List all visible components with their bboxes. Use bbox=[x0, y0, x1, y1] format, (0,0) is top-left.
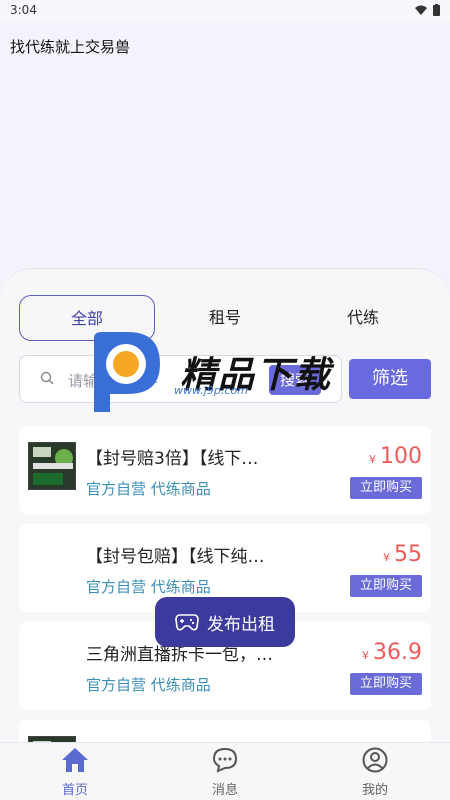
app-title: 找代练就上交易兽 bbox=[10, 38, 131, 56]
listing-tags: 官方自营 代练商品 bbox=[86, 676, 211, 694]
logo-p-icon bbox=[94, 332, 160, 412]
buy-now-button[interactable]: 立即购买 bbox=[350, 575, 422, 597]
listing-price: ¥55 bbox=[383, 542, 422, 567]
watermark-logo: 精品下载 www.j9p.com bbox=[88, 330, 348, 416]
price-value: 55 bbox=[394, 542, 422, 567]
filter-button[interactable]: 筛选 bbox=[349, 359, 431, 399]
currency-symbol: ¥ bbox=[383, 551, 390, 564]
profile-icon bbox=[362, 747, 388, 773]
nav-label-home: 首页 bbox=[61, 783, 88, 798]
status-icons bbox=[415, 4, 440, 16]
watermark-url: www.j9p.com bbox=[174, 384, 248, 397]
home-icon bbox=[62, 748, 88, 772]
price-value: 100 bbox=[380, 444, 422, 469]
nav-item-home[interactable]: 首页 bbox=[35, 747, 115, 798]
listing-price: ¥100 bbox=[369, 444, 422, 469]
status-bar: 3:04 bbox=[0, 0, 450, 20]
currency-symbol: ¥ bbox=[362, 649, 370, 662]
listing-thumbnail bbox=[28, 442, 76, 490]
search-icon bbox=[40, 371, 54, 385]
currency-symbol: ¥ bbox=[369, 453, 376, 466]
message-icon bbox=[212, 747, 238, 773]
publish-rent-button[interactable]: 发布出租 bbox=[155, 597, 295, 647]
wifi-icon bbox=[415, 5, 427, 15]
listing-price: ¥36.9 bbox=[362, 640, 422, 665]
listing-title: 【封号赔3倍】【线下… bbox=[86, 449, 259, 469]
listing-tags: 官方自营 代练商品 bbox=[86, 578, 211, 596]
battery-icon bbox=[433, 4, 440, 16]
nav-item-profile[interactable]: 我的 bbox=[335, 747, 415, 798]
status-time: 3:04 bbox=[10, 3, 37, 17]
bottom-nav: 首页 消息 我的 bbox=[0, 742, 450, 800]
price-value: 36.9 bbox=[373, 640, 422, 665]
gamepad-icon bbox=[175, 614, 199, 631]
listing-card[interactable]: 【封号赔3倍】【线下… 官方自营 代练商品 ¥100 立即购买 bbox=[19, 426, 431, 514]
publish-rent-label: 发布出租 bbox=[207, 614, 275, 635]
buy-now-button[interactable]: 立即购买 bbox=[350, 673, 422, 695]
header-area: 找代练就上交易兽 bbox=[0, 20, 450, 280]
nav-label-messages: 消息 bbox=[211, 783, 238, 798]
nav-label-profile: 我的 bbox=[361, 783, 388, 798]
listing-title: 【封号包赔】【线下纯… bbox=[86, 547, 265, 567]
nav-item-messages[interactable]: 消息 bbox=[185, 747, 265, 798]
listing-tags: 官方自营 代练商品 bbox=[86, 480, 211, 498]
buy-now-button[interactable]: 立即购买 bbox=[350, 477, 422, 499]
